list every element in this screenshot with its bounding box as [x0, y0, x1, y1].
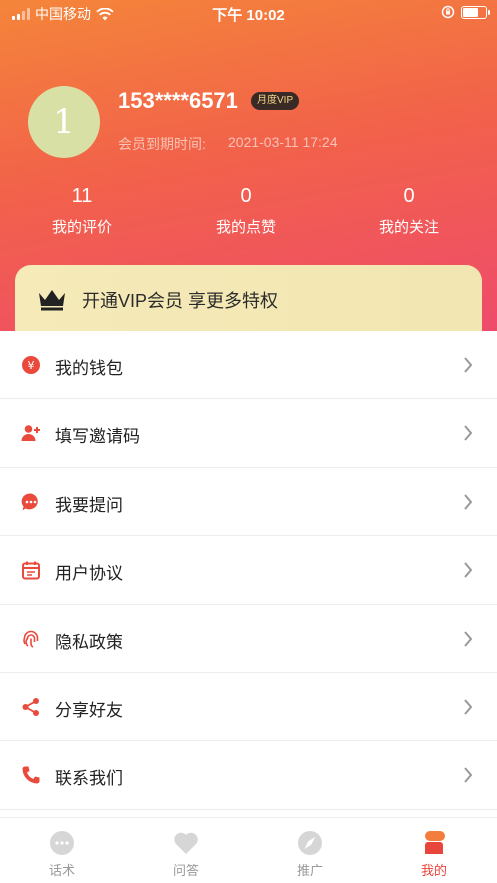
tab-promotion[interactable]: 推广	[248, 818, 372, 883]
tab-label: 问答	[172, 863, 199, 878]
tab-mine[interactable]: 我的	[372, 818, 496, 883]
menu-item-label: 联系我们	[55, 769, 123, 789]
menu-list: ¥ 我的钱包 填写邀请码 我要提问 用户协议 隐私政策 分享好友 联系我们	[0, 331, 497, 810]
stat-follows-label: 我的关注	[378, 219, 439, 236]
avatar[interactable]: 1	[28, 86, 100, 158]
menu-item-label: 填写邀请码	[55, 427, 140, 447]
menu-item-label: 我要提问	[55, 495, 123, 515]
chevron-right-icon	[464, 562, 473, 578]
stat-likes-count: 0	[240, 185, 252, 207]
bottom-tab-bar: 话术 问答 推广 我的	[0, 817, 497, 883]
menu-item-invite-code[interactable]: 填写邀请码	[0, 399, 497, 468]
tab-qa[interactable]: 问答	[124, 818, 248, 883]
user-phone: 153****6571	[118, 88, 238, 113]
menu-item-ask-question[interactable]: 我要提问	[0, 468, 497, 537]
share-icon	[22, 697, 39, 716]
chevron-right-icon	[464, 425, 473, 442]
stat-likes-label: 我的点赞	[215, 219, 276, 236]
tab-scripts[interactable]: 话术	[0, 818, 124, 883]
menu-item-label: 隐私政策	[55, 632, 123, 652]
menu-item-privacy-policy[interactable]: 隐私政策	[0, 605, 497, 673]
stat-reviews[interactable]: 11 我的评价	[17, 184, 147, 237]
vip-promo-text: 开通VIP会员 享更多特权	[82, 291, 279, 311]
phone-icon	[22, 766, 40, 784]
chevron-right-icon	[464, 630, 473, 647]
status-time: 下午 10:02	[212, 7, 285, 24]
stat-likes[interactable]: 0 我的点赞	[181, 184, 311, 237]
menu-item-label: 我的钱包	[55, 359, 123, 378]
menu-item-wallet[interactable]: ¥ 我的钱包	[0, 331, 497, 400]
battery-icon	[461, 5, 490, 19]
chevron-right-icon	[464, 357, 473, 373]
heart-icon	[174, 832, 198, 854]
menu-item-contact-us[interactable]: 联系我们	[0, 741, 497, 810]
tab-label: 推广	[296, 863, 323, 878]
menu-item-share-friends[interactable]: 分享好友	[0, 673, 497, 742]
chevron-right-icon	[464, 767, 473, 783]
menu-item-user-agreement[interactable]: 用户协议	[0, 536, 497, 605]
stat-follows[interactable]: 0 我的关注	[344, 184, 474, 237]
rotation-lock-icon	[441, 5, 455, 19]
stat-reviews-count: 11	[71, 185, 93, 207]
chevron-right-icon	[464, 494, 473, 510]
add-user-icon	[21, 425, 40, 442]
compass-icon	[298, 831, 322, 855]
stat-reviews-label: 我的评价	[51, 219, 112, 236]
profile-icon	[425, 831, 445, 854]
tab-label: 话术	[48, 863, 75, 878]
svg-text:¥: ¥	[28, 359, 35, 372]
tab-label: 我的	[420, 863, 447, 878]
stat-follows-count: 0	[403, 185, 415, 207]
chat-bubble-icon	[21, 493, 38, 511]
menu-item-label: 用户协议	[55, 564, 123, 584]
vip-level-badge: 月度VIP	[251, 92, 300, 110]
calendar-icon	[22, 561, 40, 580]
chat-icon	[50, 831, 74, 855]
status-right	[441, 5, 490, 19]
vip-expire-value: 2021-03-11 17:24	[228, 134, 338, 150]
chevron-right-icon	[464, 699, 473, 715]
menu-item-label: 分享好友	[55, 700, 123, 720]
crown-icon	[39, 290, 65, 311]
vip-expire-label: 会员到期时间:	[118, 136, 206, 152]
fingerprint-icon	[23, 630, 39, 648]
status-bar: 中国移动 下午 10:02	[0, 0, 497, 26]
wallet-icon: ¥	[22, 356, 40, 374]
